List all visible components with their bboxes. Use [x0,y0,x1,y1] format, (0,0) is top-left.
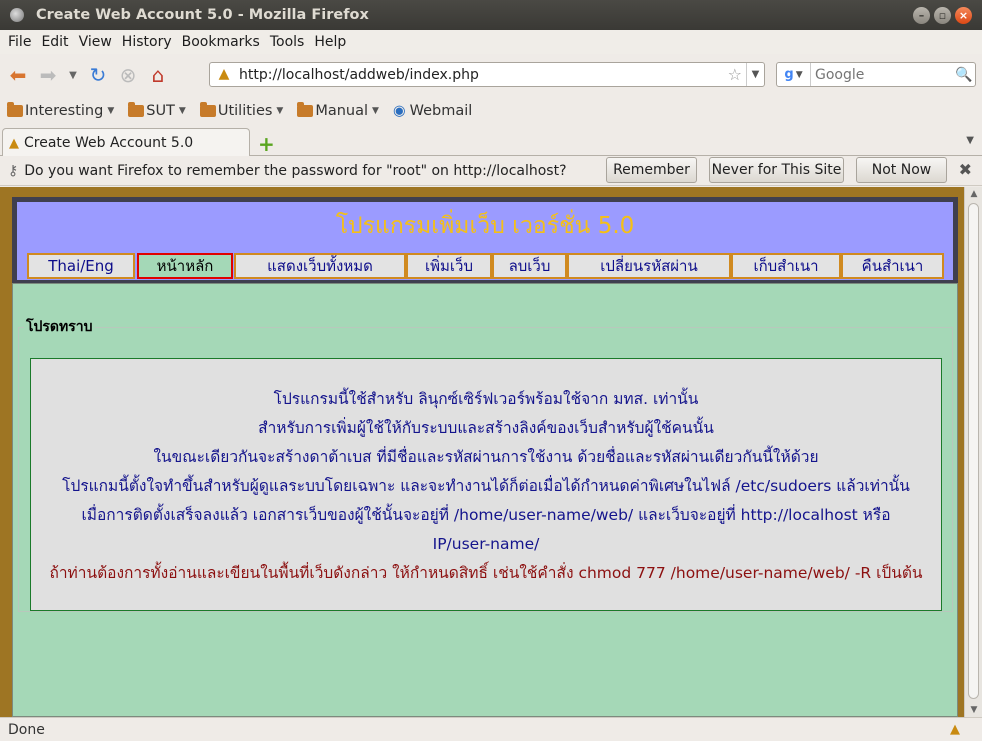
nav-restore[interactable]: คืนสำเนา [841,253,944,279]
vertical-scrollbar[interactable]: ▲ ▼ [964,187,982,717]
menu-file[interactable]: File [3,34,36,50]
notice-fieldset: โปรดทราบ โปรแกรมนี้ใช้สำหรับ ลินุกซ์เซิร… [18,316,953,612]
home-icon[interactable]: ⌂ [146,63,170,87]
notice-line: โปรแกรมนี้ใช้สำหรับ ลินุกซ์เซิร์ฟเวอร์พร… [273,390,699,408]
scroll-down-icon[interactable]: ▼ [965,705,982,715]
site-favicon-icon: ▲ [218,65,230,82]
search-input[interactable] [811,65,953,84]
close-notification-icon[interactable]: ✖ [959,160,972,179]
notice-line: IP/user-name/ [432,535,540,553]
history-dropdown-icon[interactable]: ▼ [66,63,80,87]
window-titlebar: Create Web Account 5.0 - Mozilla Firefox… [0,0,982,30]
page-viewport: โปรแกรมเพิ่มเว็บ เวอร์ชั่น 5.0 Thai/Eng … [0,187,982,717]
folder-icon [297,102,314,117]
key-icon: ⚷ [8,162,19,179]
stop-icon[interactable]: ⊗ [116,63,140,87]
tab-strip: ▲ Create Web Account 5.0 + ▼ [0,126,982,157]
search-bar[interactable]: g▼ 🔍 [776,62,976,87]
menu-history[interactable]: History [117,34,177,50]
bookmark-folder-utilities[interactable]: Utilities ▼ [199,102,284,119]
back-icon[interactable]: ⬅ [6,63,30,87]
content-area: โปรดทราบ โปรแกรมนี้ใช้สำหรับ ลินุกซ์เซิร… [12,283,958,717]
notice-line: สำหรับการเพิ่มผู้ใช้ให้กับระบบและสร้างลิ… [258,419,714,437]
scrollbar-thumb[interactable] [968,203,979,699]
notice-line: โปรแกมนี้ตั้งใจทำขึ้นสำหรับผู้ดูแลระบบโด… [62,477,910,495]
page-nav: Thai/Eng หน้าหลัก แสดงเว็บทั้งหมด เพิ่มเ… [17,251,953,280]
nav-thai-eng[interactable]: Thai/Eng [27,253,135,279]
nav-home[interactable]: หน้าหลัก [137,253,233,279]
page-header: โปรแกรมเพิ่มเว็บ เวอร์ชั่น 5.0 Thai/Eng … [12,197,958,285]
search-engine-icon[interactable]: g ▼ [777,63,811,86]
password-notification-bar: ⚷ Do you want Firefox to remember the pa… [0,156,982,186]
status-addon-icon[interactable]: ▲ [950,722,960,737]
new-tab-plus-icon[interactable]: + [258,132,275,156]
nav-show-all-webs[interactable]: แสดงเว็บทั้งหมด [234,253,406,279]
window-title: Create Web Account 5.0 - Mozilla Firefox [36,7,369,23]
globe-icon: ◉ [392,103,406,119]
chevron-down-icon: ▼ [107,106,115,116]
folder-icon [7,102,23,117]
url-dropdown-icon[interactable]: ▼ [746,63,764,86]
folder-icon [128,102,145,117]
chevron-down-icon: ▼ [276,106,284,116]
status-bar: Done ▲ [0,717,982,741]
page-title: โปรแกรมเพิ่มเว็บ เวอร์ชั่น 5.0 [17,202,953,251]
folder-icon [199,102,216,117]
nav-change-password[interactable]: เปลี่ยนรหัสผ่าน [567,253,731,279]
bookmark-star-icon[interactable]: ☆ [728,65,742,84]
notice-box: โปรแกรมนี้ใช้สำหรับ ลินุกซ์เซิร์ฟเวอร์พร… [30,358,942,611]
navigation-toolbar: ⬅ ➡ ▼ ↻ ⊗ ⌂ ▲ http://localhost/addweb/in… [0,56,982,94]
notice-legend: โปรดทราบ [26,319,93,335]
bookmark-folder-interesting[interactable]: Interesting ▼ [7,102,115,119]
window-controls: – ▫ × [913,7,972,24]
bookmark-folder-sut[interactable]: SUT ▼ [128,102,186,119]
chevron-down-icon: ▼ [178,106,186,116]
status-text: Done [8,721,45,738]
not-now-button[interactable]: Not Now [856,157,947,183]
menu-view[interactable]: View [74,34,117,50]
notice-line: เมื่อการติดตั้งเสร็จลงแล้ว เอกสารเว็บของ… [81,506,891,524]
nav-delete-web[interactable]: ลบเว็บ [492,253,567,279]
notification-message: Do you want Firefox to remember the pass… [24,162,567,179]
nav-backup[interactable]: เก็บสำเนา [731,253,841,279]
tab-list-dropdown-icon[interactable]: ▼ [966,135,974,146]
forward-icon[interactable]: ➡ [36,63,60,87]
search-icon[interactable]: 🔍 [953,67,975,83]
close-window-button[interactable]: × [955,7,972,24]
menu-tools[interactable]: Tools [265,34,310,50]
chevron-down-icon: ▼ [372,106,379,116]
nav-add-web[interactable]: เพิ่มเว็บ [406,253,492,279]
notice-line: ในขณะเดียวกันจะสร้างดาต้าเบส ที่มีชื่อแล… [153,448,819,466]
minimize-button[interactable]: – [913,7,930,24]
tab-title: Create Web Account 5.0 [24,135,194,151]
menu-bookmarks[interactable]: Bookmarks [177,34,265,50]
reload-icon[interactable]: ↻ [86,63,110,87]
notice-warning: ถ้าท่านต้องการทั้งอ่านและเขียนในพื้นที่เ… [49,564,923,582]
never-for-this-site-button[interactable]: Never for This Site [709,157,844,183]
tab-create-web-account[interactable]: ▲ Create Web Account 5.0 [2,128,250,157]
url-bar[interactable]: ▲ http://localhost/addweb/index.php ☆ ▼ [209,62,765,87]
remember-button[interactable]: Remember [606,157,697,183]
url-text[interactable]: http://localhost/addweb/index.php [239,67,728,83]
menu-bar: File Edit View History Bookmarks Tools H… [0,30,982,54]
bookmarks-toolbar: Interesting ▼ SUT ▼ Utilities ▼ Manual ▼ ◉ We… [0,98,982,124]
scroll-up-icon[interactable]: ▲ [965,189,982,199]
bookmark-webmail[interactable]: ◉ Webmail [393,103,472,119]
menu-edit[interactable]: Edit [36,34,73,50]
maximize-button[interactable]: ▫ [934,7,951,24]
tab-favicon-icon: ▲ [9,135,19,151]
window-menu-icon[interactable] [10,8,24,22]
bookmark-folder-manual[interactable]: Manual ▼ [297,102,379,119]
menu-help[interactable]: Help [309,34,351,50]
